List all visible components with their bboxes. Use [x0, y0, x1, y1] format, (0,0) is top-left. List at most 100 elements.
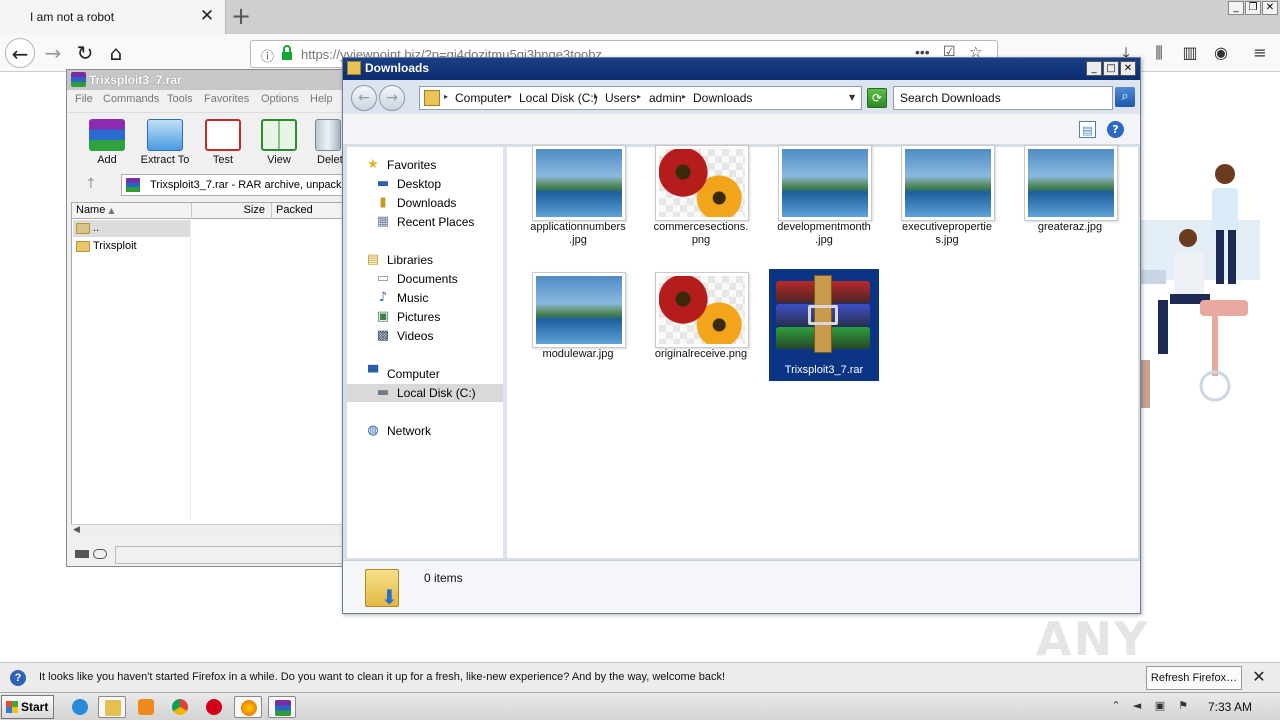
tab-close-icon[interactable]: ✕: [199, 7, 215, 25]
nav-libraries[interactable]: ▤ Libraries: [365, 251, 433, 269]
lock-icon: [281, 45, 293, 60]
menu-file[interactable]: File: [75, 93, 93, 105]
info-icon[interactable]: ⓘ: [261, 46, 274, 65]
network-tray-icon[interactable]: ▣: [1153, 699, 1167, 713]
media-player-taskbar-icon[interactable]: [132, 696, 160, 718]
item-count: 0 items: [424, 571, 463, 585]
library-icon[interactable]: ⫼: [1148, 42, 1170, 64]
nav-music[interactable]: ♪ Music: [375, 289, 429, 307]
nav-recent-places[interactable]: ▦ Recent Places: [375, 213, 475, 231]
breadcrumb-downloads[interactable]: Downloads: [693, 91, 752, 105]
firefox-taskbar-icon[interactable]: [234, 696, 262, 718]
menu-tools[interactable]: Tools: [167, 93, 193, 105]
new-tab-icon[interactable]: +: [230, 3, 252, 29]
extract-to-button[interactable]: Extract To: [135, 117, 195, 171]
test-button[interactable]: Test: [193, 117, 253, 171]
nav-local-disk[interactable]: ▬ Local Disk (C:): [347, 384, 503, 402]
home-icon[interactable]: ⌂: [101, 38, 131, 68]
help-icon[interactable]: ?: [1107, 121, 1124, 138]
column-packed[interactable]: Packed: [272, 203, 350, 219]
explorer-titlebar[interactable]: Downloads _ □ ✕: [343, 58, 1140, 80]
menu-commands[interactable]: Commands: [103, 93, 159, 105]
up-folder-icon[interactable]: ↑: [85, 176, 97, 192]
minimize-icon[interactable]: _: [1228, 1, 1244, 15]
nav-pictures[interactable]: ▣ Pictures: [375, 308, 441, 326]
back-arrow-icon[interactable]: ←: [5, 38, 35, 68]
refresh-firefox-button[interactable]: Refresh Firefox…: [1146, 666, 1242, 690]
clock[interactable]: 7:33 AM: [1208, 700, 1252, 714]
close-icon[interactable]: ✕: [1120, 61, 1136, 76]
start-label: Start: [21, 700, 49, 714]
sidebar-icon[interactable]: ▥: [1179, 42, 1201, 64]
start-button[interactable]: Start: [1, 695, 54, 719]
breadcrumb-local-disk[interactable]: Local Disk (C:): [519, 91, 598, 105]
file-item[interactable]: Trixsploit3_7.rar: [769, 269, 879, 381]
address-bar[interactable]: ▸ Computer ▸ Local Disk (C:) ▸ Users ▸ a…: [419, 86, 862, 110]
chevron-right-icon[interactable]: ▸: [637, 92, 641, 101]
column-size[interactable]: Size: [192, 203, 272, 219]
forward-arrow-icon[interactable]: →: [38, 38, 68, 68]
search-icon[interactable]: ⌕: [1115, 87, 1135, 107]
file-item[interactable]: originalreceive.png: [646, 269, 756, 381]
column-name[interactable]: Name ▲: [72, 203, 192, 219]
chevron-right-icon[interactable]: ▸: [682, 92, 686, 101]
action-center-flag-icon[interactable]: ⚑: [1176, 699, 1190, 713]
nav-label: Recent Places: [397, 215, 475, 229]
refresh-icon[interactable]: ⟳: [867, 88, 887, 108]
maximize-icon[interactable]: □: [1103, 61, 1119, 76]
file-name: applicationnumbers .jpg: [530, 221, 626, 246]
chevron-right-icon[interactable]: ▸: [508, 92, 512, 101]
menu-options[interactable]: Options: [261, 93, 299, 105]
file-item[interactable]: modulewar.jpg: [523, 269, 633, 381]
horizontal-scrollbar[interactable]: ◀: [71, 524, 349, 538]
nav-desktop[interactable]: ▬ Desktop: [375, 175, 441, 193]
nav-network[interactable]: ◍ Network: [365, 422, 431, 440]
winrar-taskbar-icon[interactable]: [268, 696, 296, 718]
ie-taskbar-icon[interactable]: [66, 696, 94, 718]
file-item[interactable]: commercesections. png: [646, 142, 756, 254]
minimize-icon[interactable]: _: [1086, 61, 1102, 76]
explorer-forward-icon[interactable]: →: [379, 85, 405, 111]
menu-icon[interactable]: ≡: [1249, 42, 1271, 64]
file-item[interactable]: greateraz.jpg: [1015, 142, 1125, 254]
close-window-icon[interactable]: ✕: [1262, 1, 1278, 15]
chevron-right-icon[interactable]: ▸: [444, 92, 448, 101]
winrar-titlebar[interactable]: Trixsploit3_7.rar: [67, 70, 347, 90]
scroll-left-icon[interactable]: ◀: [73, 525, 80, 535]
explorer-back-icon[interactable]: ←: [351, 85, 377, 111]
restore-icon[interactable]: ❐: [1245, 1, 1261, 15]
volume-icon[interactable]: ◄: [1130, 699, 1144, 713]
file-item[interactable]: executivepropertie s.jpg: [892, 142, 1002, 254]
nav-downloads[interactable]: ▮ Downloads: [375, 194, 456, 212]
explorer-taskbar-icon[interactable]: [98, 696, 126, 718]
chevron-right-icon[interactable]: ▸: [594, 92, 598, 101]
search-input[interactable]: Search Downloads: [893, 86, 1113, 110]
file-item[interactable]: applicationnumbers .jpg: [523, 142, 633, 254]
preview-pane-icon[interactable]: ▤: [1079, 121, 1096, 138]
tray-expand-icon[interactable]: ⌃: [1109, 699, 1123, 713]
account-icon[interactable]: ◉: [1210, 42, 1232, 64]
list-item-parent[interactable]: ..: [73, 220, 191, 237]
menu-favorites[interactable]: Favorites: [204, 93, 249, 105]
chrome-taskbar-icon[interactable]: [166, 696, 194, 718]
browser-tab[interactable]: I am not a robot ✕: [0, 0, 226, 34]
breadcrumb-admin[interactable]: admin: [649, 91, 682, 105]
close-icon[interactable]: ✕: [1250, 668, 1268, 686]
winrar-path-field[interactable]: Trixsploit3_7.rar - RAR archive, unpacke…: [121, 174, 351, 196]
file-item[interactable]: developmentmonth .jpg: [769, 142, 879, 254]
test-clipboard-icon: [205, 119, 241, 151]
chevron-down-icon[interactable]: ▼: [849, 93, 855, 102]
breadcrumb-computer[interactable]: Computer: [455, 91, 508, 105]
opera-taskbar-icon[interactable]: [200, 696, 228, 718]
breadcrumb-users[interactable]: Users: [605, 91, 636, 105]
list-item-trixsploit[interactable]: Trixsploit: [73, 238, 191, 255]
nav-favorites[interactable]: ★ Favorites: [365, 156, 436, 174]
add-button[interactable]: Add: [77, 117, 137, 171]
nav-documents[interactable]: ▭ Documents: [375, 270, 458, 288]
reload-icon[interactable]: ↻: [70, 38, 100, 68]
jpg-thumbnail: [1024, 145, 1118, 221]
nav-computer[interactable]: ▀ Computer: [365, 365, 440, 383]
nav-videos[interactable]: ▩ Videos: [375, 327, 434, 345]
menu-help[interactable]: Help: [310, 93, 333, 105]
view-button[interactable]: View: [249, 117, 309, 171]
